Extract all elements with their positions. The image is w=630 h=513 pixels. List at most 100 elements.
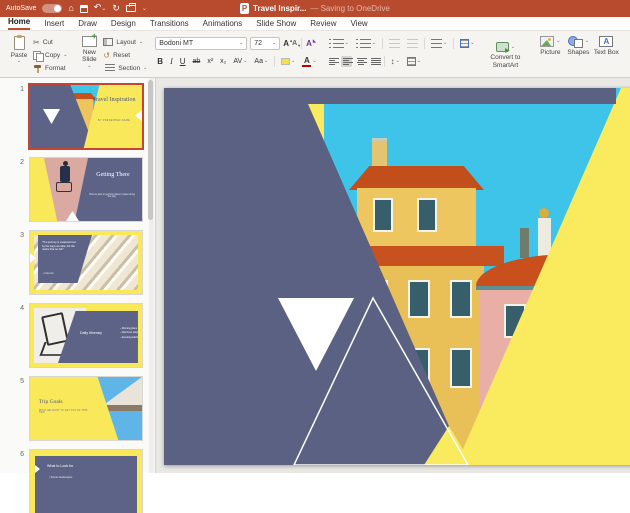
redo-icon[interactable]: ↻ [112,4,120,13]
home-icon[interactable]: ⌂ [68,4,73,13]
clear-formatting-button[interactable]: A◣ [306,39,312,48]
tab-home[interactable]: Home [8,17,30,30]
clipboard-group: Paste ⌄ ✂ Cut Copy⌄ Format [2,34,70,75]
slide-5-photo [68,377,142,440]
character-spacing-button[interactable]: AV⌄ [231,58,249,65]
shapes-button[interactable]: ⌄ Shapes [564,34,592,56]
font-family-select[interactable]: Bodoni MT⌄ [155,37,247,50]
decrease-indent-button[interactable] [387,39,402,48]
thumbnail-scrollbar-thumb[interactable] [148,80,153,220]
slide-5-subtitle: WHAT WE WANT TO GET OUT OF THIS TRIP [39,410,89,414]
grow-font-button[interactable]: A▲ [283,39,289,48]
cut-button[interactable]: ✂ Cut [33,36,67,48]
textbox-icon: A [599,36,613,47]
slide-5-thumbnail[interactable]: Trip Goals WHAT WE WANT TO GET OUT OF TH… [30,377,142,440]
line-spacing-button[interactable]: ⌄ [429,39,449,48]
autosave-label: AutoSave [6,5,36,12]
slide-4-number: 4 [0,304,30,367]
insert-group: ⌄ Picture ⌄ Shapes A Text Box [533,34,623,75]
underline-button[interactable]: U [178,57,188,66]
bold-button[interactable]: B [155,57,165,66]
slide-4-thumbnail[interactable]: Daily Itinerary – Morning plans – Aftern… [30,304,142,367]
italic-button[interactable]: I [168,57,175,66]
tab-insert[interactable]: Insert [44,19,64,30]
cut-icon: ✂ [33,38,40,47]
copy-button[interactable]: Copy⌄ [33,49,67,61]
shapes-icon [568,36,583,47]
font-color-icon: A [302,57,311,67]
slide-6-bullet: • Scenic landscapes [49,476,72,479]
print-icon[interactable] [126,5,136,12]
align-center-button[interactable] [341,56,352,67]
slides-group: New Slide ⌄ Layout⌄ ↺ Reset Section⌄ [72,34,150,75]
increase-indent-button[interactable] [405,39,420,48]
slide-editing-canvas[interactable] [155,78,630,473]
tab-transitions[interactable]: Transitions [150,19,189,30]
change-case-button[interactable]: Aa⌄ [252,58,270,65]
paste-button[interactable]: Paste ⌄ [5,34,33,64]
slide-2-number: 2 [0,158,30,221]
save-icon[interactable] [80,5,88,13]
slide-1-subtitle: BY PRESENTER NAME [92,119,136,122]
picture-button[interactable]: ⌄ Picture [536,34,564,56]
slide-6-thumbnail[interactable]: What to Look for • Scenic landscapes [30,450,142,513]
tab-slideshow[interactable]: Slide Show [256,19,296,30]
font-color-button[interactable]: A⌄ [300,57,318,67]
undo-icon[interactable]: ↶⌄ [94,3,107,14]
align-left-button[interactable] [327,56,338,67]
slide-3-quote: "The journey is measured out by the ways… [42,241,78,252]
slide-5-number: 5 [0,377,30,440]
align-right-button[interactable] [355,56,366,67]
reset-icon: ↺ [103,51,110,60]
tab-design[interactable]: Design [111,19,136,30]
format-painter-button[interactable]: Format [33,62,67,74]
slide-4-title: Daily Itinerary [80,331,114,335]
font-size-select[interactable]: 72⌄ [250,37,280,50]
highlight-color-button[interactable]: ⌄ [279,58,297,65]
line-spacing-options-button[interactable]: ↕⌄ [389,57,402,66]
paste-icon [14,36,25,50]
thumbnail-scrollbar[interactable] [149,78,154,473]
highlighter-icon [281,58,290,65]
tab-review[interactable]: Review [310,19,336,30]
slide-6-number: 6 [0,450,30,513]
copy-icon [33,51,42,60]
text-direction-button[interactable]: ⌄ [458,39,476,48]
subscript-button[interactable]: x₂ [218,58,228,65]
strikethrough-button[interactable]: ab [191,58,203,65]
font-group: Bodoni MT⌄ 72⌄ A▲ A▼ A◣ B I U ab x² x₂ A… [152,34,321,75]
justify-button[interactable] [369,56,380,67]
tab-view[interactable]: View [351,19,368,30]
shrink-font-button[interactable]: A▼ [292,40,297,47]
convert-smartart-button[interactable]: ⌄ Convert to SmartArt [482,40,528,69]
paragraph-group: ⌄ ⌄ ⌄ ⌄ ↕⌄ ⌄ [324,34,480,75]
slide-1-number: 1 [0,85,30,148]
tab-animations[interactable]: Animations [203,19,243,30]
numbering-button[interactable]: ⌄ [354,39,378,48]
tab-draw[interactable]: Draw [78,19,97,30]
autosave-toggle[interactable] [42,4,62,13]
arrange-group: ⌄ Arrange ⌄ Quick Styles Shape Fill Shap… [625,34,630,75]
section-button[interactable]: Section⌄ [103,62,147,74]
slide-thumbnail-panel: 1 Travel Inspiration BY PRESENTER NAME 2… [0,78,155,473]
bullets-button[interactable]: ⌄ [327,39,351,48]
customize-toolbar-caret[interactable]: ⌄ [142,5,147,12]
align-text-button[interactable]: ⌄ [405,57,423,66]
document-title: Travel Inspir... [253,4,306,13]
slide-3-thumbnail[interactable]: "The journey is measured out by the ways… [30,231,142,294]
slide-3-number: 3 [0,231,30,294]
reset-button[interactable]: ↺ Reset [103,49,147,61]
smartart-wrap: ⌄ Convert to SmartArt [479,34,531,75]
superscript-button[interactable]: x² [205,58,215,65]
textbox-button[interactable]: A Text Box [592,34,620,56]
slide-1-title: Travel Inspiration [92,97,136,104]
powerpoint-icon: P [240,3,249,14]
slide-1-thumbnail[interactable]: Travel Inspiration BY PRESENTER NAME [30,85,142,148]
white-outline-triangle-shape [164,88,630,465]
slide-2-thumbnail[interactable]: Getting There How we plan to get from pl… [30,158,142,221]
new-slide-button[interactable]: New Slide ⌄ [75,34,103,69]
save-status: — Saving to OneDrive [310,4,390,13]
layout-button[interactable]: Layout⌄ [103,36,147,48]
current-slide[interactable] [164,88,630,465]
slide-6-title: What to Look for [47,464,73,468]
